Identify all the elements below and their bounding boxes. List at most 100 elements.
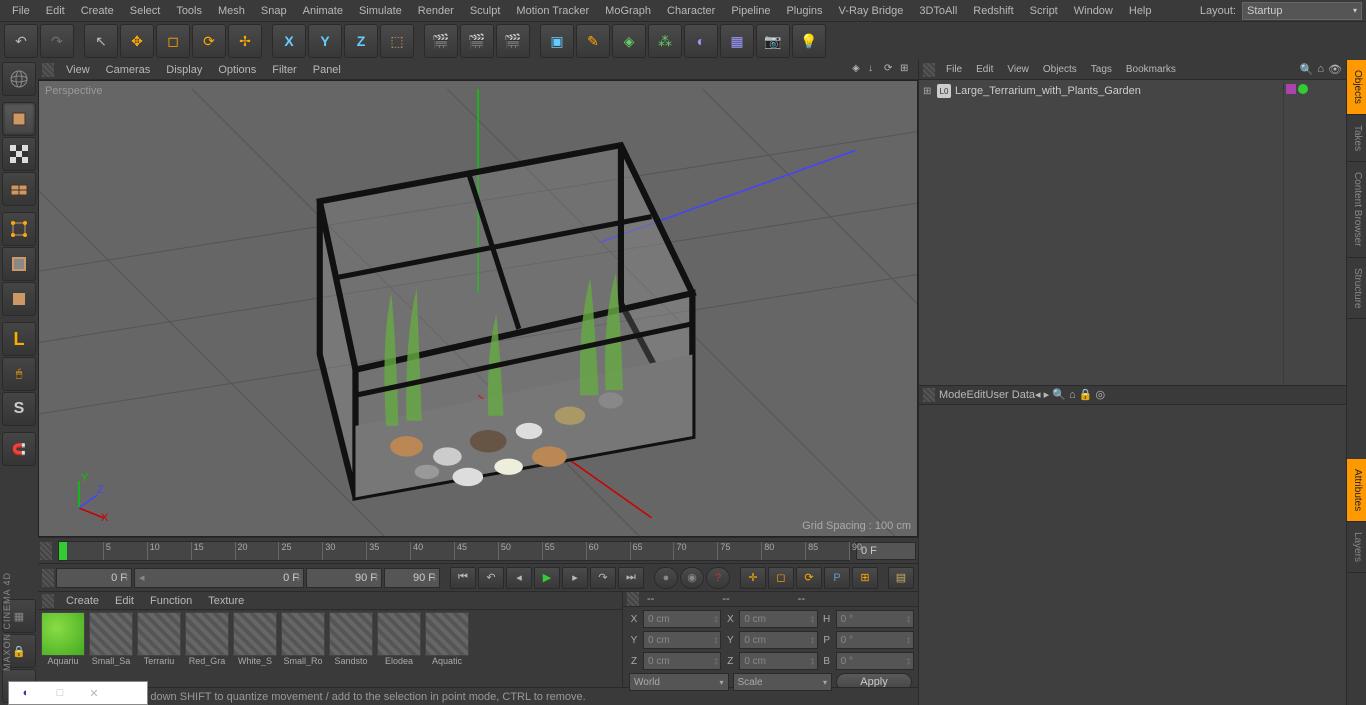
obj-menu-edit[interactable]: Edit xyxy=(969,62,1000,77)
grip-icon[interactable] xyxy=(42,594,54,608)
menu-snap[interactable]: Snap xyxy=(253,2,295,20)
menu-window[interactable]: Window xyxy=(1066,2,1121,20)
render-pv-button[interactable]: 🎬 xyxy=(460,24,494,58)
vp-orbit-icon[interactable]: ◈ xyxy=(852,63,866,77)
next-key-button[interactable]: ↷ xyxy=(590,567,616,589)
rotate-tool[interactable]: ⟳ xyxy=(192,24,226,58)
material-item[interactable]: Terrariu xyxy=(136,612,182,685)
spline-button[interactable]: ✎ xyxy=(576,24,610,58)
snap-button[interactable]: S xyxy=(2,392,36,426)
nav-back-icon[interactable]: ◂ xyxy=(1035,389,1041,401)
prev-key-button[interactable]: ↶ xyxy=(478,567,504,589)
grip-icon[interactable] xyxy=(42,569,54,587)
menu-animate[interactable]: Animate xyxy=(295,2,351,20)
layout-dropdown[interactable]: Startup xyxy=(1242,2,1362,20)
last-tool[interactable]: ✢ xyxy=(228,24,262,58)
play-button[interactable]: ▶ xyxy=(534,567,560,589)
texture-mode-button[interactable] xyxy=(2,137,36,171)
home-icon[interactable]: ⌂ xyxy=(1069,389,1076,401)
vp-maximize-icon[interactable]: ⊞ xyxy=(900,63,914,77)
expand-icon[interactable]: ⊞ xyxy=(923,86,933,97)
workplane-button[interactable] xyxy=(2,172,36,206)
menu-pipeline[interactable]: Pipeline xyxy=(723,2,778,20)
menu-render[interactable]: Render xyxy=(410,2,462,20)
coord-mode-dropdown[interactable]: Scale xyxy=(733,673,833,691)
vp-zoom-icon[interactable]: ⟳ xyxy=(884,63,898,77)
menu-sculpt[interactable]: Sculpt xyxy=(462,2,509,20)
menu-3dtoall[interactable]: 3DToAll xyxy=(911,2,965,20)
material-item[interactable]: Aquatic xyxy=(424,612,470,685)
point-mode-button[interactable] xyxy=(2,212,36,246)
vp-menu-cameras[interactable]: Cameras xyxy=(98,62,159,78)
menu-create[interactable]: Create xyxy=(73,2,122,20)
coord-space-dropdown[interactable]: World xyxy=(629,673,729,691)
menu-redshift[interactable]: Redshift xyxy=(965,2,1021,20)
attr-menu-userdata[interactable]: User Data xyxy=(986,389,1036,401)
edge-mode-button[interactable] xyxy=(2,247,36,281)
attr-menu-mode[interactable]: Mode xyxy=(939,389,967,401)
vp-menu-display[interactable]: Display xyxy=(158,62,210,78)
light-button[interactable]: 💡 xyxy=(792,24,826,58)
vp-menu-view[interactable]: View xyxy=(58,62,98,78)
obj-menu-view[interactable]: View xyxy=(1000,62,1036,77)
array-button[interactable]: ⁂ xyxy=(648,24,682,58)
coord-field[interactable]: 0 ° xyxy=(836,652,914,670)
prev-frame-button[interactable]: ◂ xyxy=(506,567,532,589)
key-pla-button[interactable]: ⊞ xyxy=(852,567,878,589)
fw-minimize[interactable]: ◐ xyxy=(9,682,43,704)
mat-menu-texture[interactable]: Texture xyxy=(200,593,252,609)
menu-file[interactable]: File xyxy=(4,2,38,20)
fw-maximize[interactable]: □ xyxy=(43,682,77,704)
coord-system-button[interactable]: ⬚ xyxy=(380,24,414,58)
fw-close[interactable]: ✕ xyxy=(77,682,111,704)
frame-end-field[interactable]: 90 F xyxy=(306,568,382,588)
obj-menu-bookmarks[interactable]: Bookmarks xyxy=(1119,62,1183,77)
move-tool[interactable]: ✥ xyxy=(120,24,154,58)
mat-menu-edit[interactable]: Edit xyxy=(107,593,142,609)
tab-content-browser[interactable]: Content Browser xyxy=(1347,162,1366,257)
menu-motion-tracker[interactable]: Motion Tracker xyxy=(508,2,597,20)
record-button[interactable]: ● xyxy=(654,567,678,589)
menu-character[interactable]: Character xyxy=(659,2,723,20)
vp-menu-panel[interactable]: Panel xyxy=(305,62,349,78)
lock-icon[interactable]: 🔒 xyxy=(1079,389,1093,401)
menu-tools[interactable]: Tools xyxy=(168,2,210,20)
obj-menu-file[interactable]: File xyxy=(939,62,969,77)
target-icon[interactable]: ◎ xyxy=(1095,389,1105,401)
floor-button[interactable]: ▦ xyxy=(720,24,754,58)
material-item[interactable]: Aquariu xyxy=(40,612,86,685)
mat-menu-create[interactable]: Create xyxy=(58,593,107,609)
material-item[interactable]: Small_Ro xyxy=(280,612,326,685)
goto-start-button[interactable]: ⏮ xyxy=(450,567,476,589)
tab-attributes[interactable]: Attributes xyxy=(1347,459,1366,522)
frame-current-field[interactable]: ◂0 F xyxy=(134,568,304,588)
coord-field[interactable]: 0 cm xyxy=(739,652,817,670)
key-scale-button[interactable]: ◻ xyxy=(768,567,794,589)
timeline-button[interactable]: ▤ xyxy=(888,567,914,589)
material-item[interactable]: Sandsto xyxy=(328,612,374,685)
mat-menu-function[interactable]: Function xyxy=(142,593,200,609)
undo-button[interactable]: ↶ xyxy=(4,24,38,58)
floating-window[interactable]: ◐ □ ✕ xyxy=(8,681,148,705)
tab-layers[interactable]: Layers xyxy=(1347,522,1366,573)
coord-field[interactable]: 0 ° xyxy=(836,610,914,628)
key-move-button[interactable]: ✛ xyxy=(740,567,766,589)
magnet-button[interactable]: 🧲 xyxy=(2,432,36,466)
timeline-ruler[interactable]: 051015202530354045505560657075808590 xyxy=(58,541,850,561)
coord-field[interactable]: 0 cm xyxy=(739,631,817,649)
menu-vray-bridge[interactable]: V-Ray Bridge xyxy=(831,2,912,20)
coord-field[interactable]: 0 ° xyxy=(836,631,914,649)
z-axis-button[interactable]: Z xyxy=(344,24,378,58)
visibility-tag[interactable] xyxy=(1298,84,1308,94)
scale-tool[interactable]: ◻ xyxy=(156,24,190,58)
search-icon[interactable]: 🔍 xyxy=(1052,389,1066,401)
next-frame-button[interactable]: ▸ xyxy=(562,567,588,589)
object-item[interactable]: ⊞ L0 Large_Terrarium_with_Plants_Garden xyxy=(921,82,1283,100)
vp-menu-options[interactable]: Options xyxy=(210,62,264,78)
object-name[interactable]: Large_Terrarium_with_Plants_Garden xyxy=(955,85,1141,97)
attr-menu-edit[interactable]: Edit xyxy=(967,389,986,401)
vp-menu-filter[interactable]: Filter xyxy=(264,62,304,78)
menu-plugins[interactable]: Plugins xyxy=(778,2,830,20)
material-item[interactable]: White_S xyxy=(232,612,278,685)
tweak-button[interactable]: 🖱 xyxy=(2,357,36,391)
